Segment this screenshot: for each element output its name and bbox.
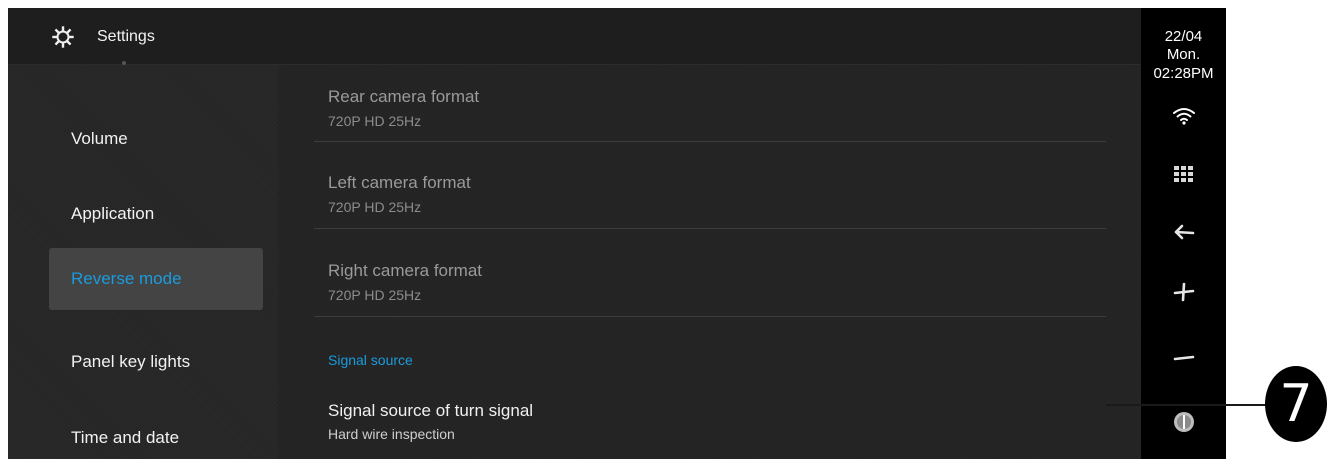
setting-value: 720P HD 25Hz: [328, 113, 422, 129]
settings-sidebar: Volume Application Reverse mode Panel ke…: [8, 61, 278, 459]
divider: [314, 228, 1106, 229]
apps-grid-icon[interactable]: [1168, 158, 1200, 190]
title-bar: Settings: [8, 8, 1141, 65]
section-header-signal-source: Signal source: [328, 352, 413, 368]
divider: [314, 316, 1106, 317]
sidebar-item-time-and-date[interactable]: Time and date: [49, 407, 263, 459]
gear-icon: [52, 26, 74, 48]
power-knob-icon[interactable]: [1168, 406, 1200, 438]
sidebar-item-application[interactable]: Application: [49, 183, 263, 245]
callout-number-badge: 7: [1265, 366, 1327, 442]
sidebar-item-volume[interactable]: Volume: [49, 108, 263, 170]
setting-title: Signal source of turn signal: [328, 401, 534, 420]
sidebar-item-label: Reverse mode: [71, 269, 182, 288]
scrolled-item-remnant: [122, 61, 126, 65]
status-day: Mon.: [1166, 46, 1201, 63]
sidebar-item-label: Panel key lights: [71, 352, 191, 371]
right-camera-format-setting[interactable]: Right camera format 720P HD 25Hz: [314, 247, 1106, 313]
setting-value: Hard wire inspection: [328, 426, 455, 442]
status-bar: 22/04 Mon. 02:28PM: [1141, 8, 1226, 459]
setting-title: Left camera format: [328, 173, 471, 192]
sidebar-item-reverse-mode[interactable]: Reverse mode: [49, 248, 263, 310]
status-date: 22/04: [1164, 28, 1203, 45]
sidebar-item-panel-key-lights[interactable]: Panel key lights: [49, 331, 263, 393]
page-title: Settings: [97, 28, 155, 45]
settings-screen: Settings Volume Application Reverse mode…: [8, 8, 1226, 459]
settings-content: Rear camera format 720P HD 25Hz Left cam…: [278, 65, 1141, 459]
setting-value: 720P HD 25Hz: [328, 199, 422, 215]
callout-leader-line: [1106, 404, 1270, 406]
status-time: 02:28PM: [1153, 65, 1214, 82]
left-camera-format-setting[interactable]: Left camera format 720P HD 25Hz: [314, 159, 1106, 225]
wifi-icon[interactable]: [1168, 100, 1200, 132]
rear-camera-format-setting[interactable]: Rear camera format 720P HD 25Hz: [314, 75, 1106, 141]
turn-signal-source-setting[interactable]: Signal source of turn signal Hard wire i…: [314, 391, 1106, 451]
back-arrow-icon[interactable]: [1168, 216, 1200, 248]
sidebar-item-label: Time and date: [71, 428, 180, 447]
sidebar-item-label: Application: [71, 204, 155, 223]
setting-title: Rear camera format: [328, 87, 480, 106]
setting-title: Right camera format: [328, 261, 482, 280]
volume-up-icon[interactable]: [1168, 276, 1200, 308]
volume-down-icon[interactable]: [1168, 342, 1200, 374]
sidebar-item-label: Volume: [71, 129, 128, 148]
setting-value: 720P HD 25Hz: [328, 287, 422, 303]
divider: [314, 141, 1106, 142]
